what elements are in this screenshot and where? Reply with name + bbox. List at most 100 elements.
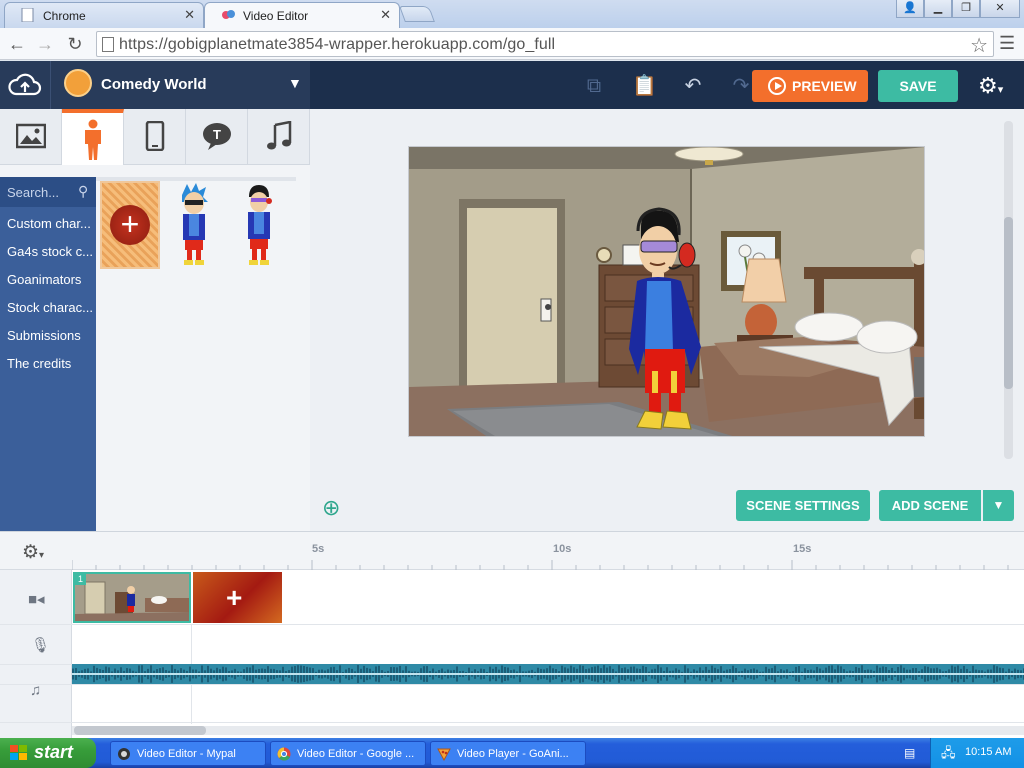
audio-waveform[interactable] xyxy=(72,664,1024,684)
sidebar-item-stock-characters[interactable]: Stock charac... xyxy=(7,300,93,315)
minimize-button[interactable]: ▁ xyxy=(924,0,952,18)
theme-selector-area: Comedy World ▼ xyxy=(0,61,310,109)
timeline-settings-gear-icon[interactable]: ⚙▾ xyxy=(22,541,44,564)
settings-gear-icon[interactable]: ⚙▾ xyxy=(978,73,1003,99)
chrome-icon xyxy=(277,747,291,761)
plus-icon: + xyxy=(110,205,150,245)
scene-canvas[interactable] xyxy=(408,146,925,437)
scene-number: 1 xyxy=(75,574,86,585)
restore-button[interactable]: ❐ xyxy=(952,0,980,18)
back-icon[interactable]: ← xyxy=(6,33,28,55)
mypal-icon xyxy=(118,748,130,760)
chevron-down-icon[interactable]: ▼ xyxy=(983,490,1014,521)
track-labels: ■◂ 🎙 ♫ xyxy=(0,570,72,739)
pizza-icon xyxy=(437,748,451,761)
ruler-ticks xyxy=(72,560,1009,570)
zoom-in-icon[interactable]: ⊕ xyxy=(322,495,340,521)
preview-label: PREVIEW xyxy=(792,78,857,94)
network-icon[interactable]: 🖧 xyxy=(941,744,956,766)
close-icon[interactable]: ✕ xyxy=(380,7,391,23)
browser-menu-icon[interactable]: ☰ xyxy=(999,33,1017,54)
task-label: Video Editor - Mypal xyxy=(137,748,236,760)
sidebar-item-goanimators[interactable]: Goanimators xyxy=(7,272,93,287)
reload-icon[interactable]: ↻ xyxy=(64,33,86,55)
vertical-scrollbar[interactable] xyxy=(1004,121,1013,459)
taskbar-item-video-player[interactable]: Video Player - GoAni... xyxy=(430,741,586,766)
url-text[interactable]: https://gobigplanetmate3854-wrapper.hero… xyxy=(119,36,555,54)
scene-settings-button[interactable]: SCENE SETTINGS xyxy=(736,490,870,521)
tick-label: 10s xyxy=(553,543,572,555)
add-character-button[interactable]: + xyxy=(100,181,160,269)
tab-text[interactable]: T xyxy=(186,109,248,165)
theme-title[interactable]: Comedy World xyxy=(101,76,207,93)
address-bar[interactable]: https://gobigplanetmate3854-wrapper.hero… xyxy=(96,31,994,57)
search-row: ⚲ xyxy=(0,177,96,207)
bedroom-scene xyxy=(409,147,924,436)
tab-label: Chrome xyxy=(43,9,86,23)
keyboard-icon[interactable]: ▤ xyxy=(904,746,915,760)
tab-images[interactable] xyxy=(0,109,62,165)
undo-icon[interactable]: ↶ xyxy=(682,75,704,97)
character-icon xyxy=(84,119,101,160)
new-tab-button[interactable] xyxy=(399,6,435,22)
tick-label: 15s xyxy=(793,543,812,555)
redo-icon[interactable]: ↷ xyxy=(730,75,752,97)
time-ruler[interactable]: ⚙▾ 5s 10s 15s xyxy=(0,532,1024,570)
sidebar-item-custom-characters[interactable]: Custom char... xyxy=(7,216,93,231)
video-editor-icon xyxy=(222,10,235,19)
browser-tab-bar: Chrome ✕ Video Editor ✕ 👤 ▁ ❐ ✕ xyxy=(0,0,1024,29)
scene-preview xyxy=(75,574,189,621)
divider xyxy=(50,61,51,109)
page-icon xyxy=(21,8,34,22)
character-grid: + xyxy=(96,177,296,531)
stage-area: ⊕ SCENE SETTINGS ADD SCENE ▼ xyxy=(310,109,1024,531)
window-close-button[interactable]: ✕ xyxy=(980,0,1020,18)
taskbar-item-chrome[interactable]: Video Editor - Google ... xyxy=(270,741,426,766)
tab-props[interactable] xyxy=(124,109,186,165)
add-scene-thumbnail[interactable]: + xyxy=(193,572,282,623)
image-icon xyxy=(15,123,46,149)
tab-characters[interactable] xyxy=(62,109,124,165)
scrollbar-thumb[interactable] xyxy=(1004,217,1013,389)
editor-header: Comedy World ▼ ⧉ 📋 ↶ ↷ PREVIEW SAVE ⚙▾ xyxy=(0,61,1024,109)
search-input[interactable] xyxy=(0,177,72,207)
taskbar-item-mypal[interactable]: Video Editor - Mypal xyxy=(110,741,266,766)
sidebar-item-submissions[interactable]: Submissions xyxy=(7,328,93,343)
preview-button[interactable]: PREVIEW xyxy=(752,70,868,102)
play-icon xyxy=(768,77,786,95)
user-icon[interactable]: 👤 xyxy=(896,0,924,18)
sidebar-item-ga4s-stock[interactable]: Ga4s stock c... xyxy=(7,244,93,259)
start-button[interactable]: start xyxy=(0,738,96,768)
task-label: Video Player - GoAni... xyxy=(457,748,569,760)
character-thumbnail[interactable] xyxy=(244,183,274,267)
add-scene-button[interactable]: ADD SCENE xyxy=(879,490,981,521)
task-label: Video Editor - Google ... xyxy=(297,748,415,760)
start-label: start xyxy=(34,742,74,762)
tab-sounds[interactable] xyxy=(248,109,310,165)
video-camera-icon: ■◂ xyxy=(28,591,45,608)
sidebar-item-the-credits[interactable]: The credits xyxy=(7,356,93,371)
track-divider xyxy=(0,722,1024,723)
scene-thumbnail[interactable]: 1 xyxy=(73,572,191,623)
windows-taskbar: start Video Editor - Mypal Video Editor … xyxy=(0,738,1024,768)
chevron-down-icon[interactable]: ▼ xyxy=(288,75,302,91)
phone-icon xyxy=(145,120,164,152)
bookmark-star-icon[interactable]: ☆ xyxy=(970,33,988,58)
close-icon[interactable]: ✕ xyxy=(184,7,195,23)
browser-toolbar: ← → ↻ https://gobigplanetmate3854-wrappe… xyxy=(0,28,1024,60)
horizontal-scrollbar[interactable] xyxy=(72,726,1024,735)
theme-avatar[interactable] xyxy=(64,69,92,97)
tick-label: 5s xyxy=(312,543,325,555)
search-icon[interactable]: ⚲ xyxy=(78,183,88,200)
paste-icon[interactable]: 📋 xyxy=(632,75,657,97)
forward-icon[interactable]: → xyxy=(34,33,56,55)
upload-cloud-icon[interactable] xyxy=(8,73,42,97)
character-thumbnail[interactable] xyxy=(178,183,210,267)
save-button[interactable]: SAVE xyxy=(878,70,958,102)
asset-panel: T ⚲ Custom char... Ga4s stock c... Goani… xyxy=(0,109,310,531)
tab-chrome[interactable]: Chrome ✕ xyxy=(4,2,204,28)
scrollbar-thumb[interactable] xyxy=(74,726,206,735)
tab-video-editor[interactable]: Video Editor ✕ xyxy=(204,2,400,29)
copy-icon[interactable]: ⧉ xyxy=(583,75,605,97)
plus-icon: + xyxy=(226,582,243,613)
